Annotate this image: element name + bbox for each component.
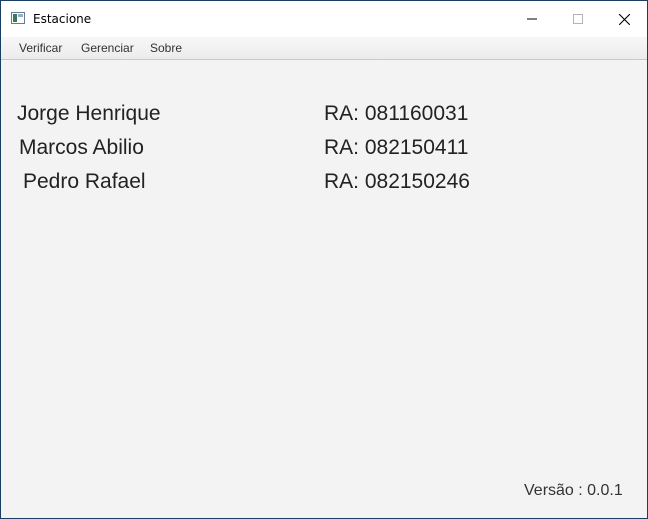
title-bar[interactable]: Estacione bbox=[1, 1, 647, 37]
member-ra: RA: 082150246 bbox=[324, 170, 470, 193]
maximize-icon bbox=[573, 14, 583, 24]
window-title: Estacione bbox=[33, 12, 92, 26]
menu-verificar[interactable]: Verificar bbox=[17, 40, 64, 56]
menu-bar: Verificar Gerenciar Sobre bbox=[1, 37, 647, 60]
about-panel: Jorge Henrique RA: 081160031 Marcos Abil… bbox=[1, 60, 647, 518]
app-window-icon bbox=[11, 12, 25, 24]
menu-sobre[interactable]: Sobre bbox=[148, 40, 184, 56]
minimize-button[interactable] bbox=[509, 1, 555, 37]
close-icon bbox=[618, 13, 630, 25]
app-window: Estacione Verificar Gerenciar Sobre Jorg… bbox=[0, 0, 648, 519]
minimize-icon bbox=[527, 18, 537, 20]
close-button[interactable] bbox=[601, 1, 647, 37]
menu-gerenciar[interactable]: Gerenciar bbox=[79, 40, 136, 56]
maximize-button[interactable] bbox=[555, 1, 601, 37]
member-ra: RA: 081160031 bbox=[324, 102, 469, 125]
member-name: Marcos Abilio bbox=[19, 136, 144, 159]
member-ra: RA: 082150411 bbox=[324, 136, 469, 159]
version-label: Versão : 0.0.1 bbox=[524, 482, 623, 499]
member-name: Jorge Henrique bbox=[17, 102, 161, 125]
member-name: Pedro Rafael bbox=[23, 170, 146, 193]
